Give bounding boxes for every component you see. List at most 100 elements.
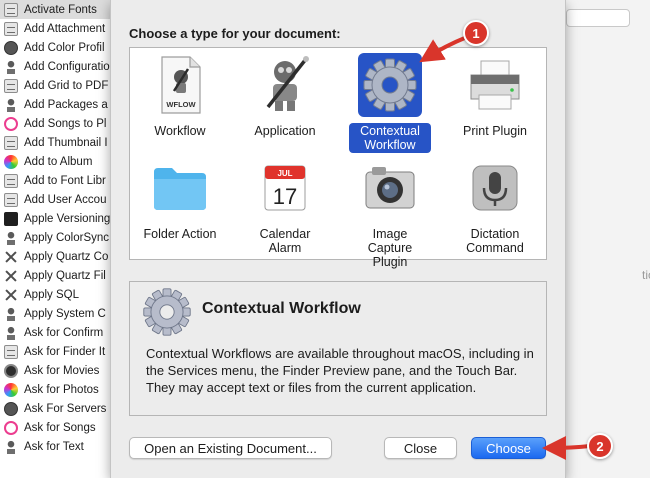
library-item[interactable]: Ask for Text xyxy=(0,437,112,456)
library-item[interactable]: Add to Album xyxy=(0,152,112,171)
camera-icon xyxy=(358,156,422,220)
open-existing-document-button[interactable]: Open an Existing Document... xyxy=(129,437,332,459)
library-item[interactable]: Apply SQL xyxy=(0,285,112,304)
automator-robot-icon xyxy=(253,53,317,117)
mail-icon xyxy=(4,21,18,36)
type-workflow[interactable]: WFLOW Workflow xyxy=(135,53,225,139)
type-application[interactable]: Application xyxy=(240,53,330,139)
robot-icon xyxy=(4,306,18,321)
library-item[interactable]: Add Packages a xyxy=(0,95,112,114)
editor-background xyxy=(566,0,650,478)
library-item-label: Apple Versioning xyxy=(24,212,111,225)
type-image-capture-plugin[interactable]: Image Capture Plugin xyxy=(345,156,435,270)
sheet-prompt: Choose a type for your document: xyxy=(129,26,341,41)
type-contextual-workflow[interactable]: Contextual Workflow xyxy=(345,53,435,153)
type-folder-action[interactable]: Folder Action xyxy=(135,156,225,242)
library-item-label: Ask for Text xyxy=(24,440,84,453)
library-item-label: Add Grid to PDF xyxy=(24,79,109,92)
library-item[interactable]: Apply Quartz Fil xyxy=(0,266,112,285)
robot-icon xyxy=(4,59,18,74)
library-item[interactable]: Activate Fonts xyxy=(0,0,112,19)
library-item[interactable]: Add Attachment xyxy=(0,19,112,38)
library-item-label: Add Color Profil xyxy=(24,41,105,54)
color-profile-icon xyxy=(4,40,18,55)
library-item[interactable]: Ask for Finder It xyxy=(0,342,112,361)
library-item-label: Add Packages a xyxy=(24,98,108,111)
library-item[interactable]: Add Color Profil xyxy=(0,38,112,57)
side-text: tio xyxy=(642,268,650,282)
type-image-capture-plugin-label: Image Capture Plugin xyxy=(367,227,413,269)
svg-text:JUL: JUL xyxy=(277,169,292,178)
document-icon xyxy=(4,78,18,93)
type-calendar-alarm-label: Calendar Alarm xyxy=(259,227,311,255)
globe-icon xyxy=(4,401,18,416)
document-icon xyxy=(4,192,18,207)
library-item[interactable]: Ask for Movies xyxy=(0,361,112,380)
folder-icon xyxy=(148,156,212,220)
library-item[interactable]: Apply System C xyxy=(0,304,112,323)
library-item-label: Apply SQL xyxy=(24,288,79,301)
library-item-label: Apply ColorSync xyxy=(24,231,110,244)
document-icon xyxy=(4,344,18,359)
library-item[interactable]: Ask For Servers xyxy=(0,399,112,418)
printer-icon xyxy=(463,53,527,117)
library-item-label: Ask for Movies xyxy=(24,364,100,377)
type-grid: WFLOW Workflow Application Contextual Wo… xyxy=(129,47,547,269)
annotation-badge-2: 2 xyxy=(587,433,613,459)
document-icon xyxy=(4,135,18,150)
type-calendar-alarm[interactable]: JUL 17 Calendar Alarm xyxy=(240,156,330,256)
library-item[interactable]: Add Configuratio xyxy=(0,57,112,76)
gear-icon xyxy=(142,287,192,340)
library-item[interactable]: Apply ColorSync xyxy=(0,228,112,247)
document-type-sheet: Choose a type for your document: WFLOW W… xyxy=(110,0,566,478)
calendar-icon: JUL 17 xyxy=(253,156,317,220)
microphone-icon xyxy=(463,156,527,220)
library-item-label: Ask For Servers xyxy=(24,402,107,415)
library-item[interactable]: Add to Font Libr xyxy=(0,171,112,190)
library-list: Activate Fonts Add Attachment Add Color Pr… xyxy=(0,0,112,478)
library-item[interactable]: Add Grid to PDF xyxy=(0,76,112,95)
movies-icon xyxy=(4,363,18,378)
library-item-label: Apply Quartz Co xyxy=(24,250,109,263)
tools-icon xyxy=(4,288,18,302)
robot-icon xyxy=(4,230,18,245)
tools-icon xyxy=(4,250,18,264)
workflow-file-icon: WFLOW xyxy=(148,53,212,117)
type-dictation-command[interactable]: Dictation Command xyxy=(450,156,540,256)
type-application-label: Application xyxy=(254,124,316,138)
photos-icon xyxy=(4,154,18,169)
robot-icon xyxy=(4,325,18,340)
library-item[interactable]: Add User Accou xyxy=(0,190,112,209)
type-dictation-command-label: Dictation Command xyxy=(466,227,524,255)
library-item-label: Ask for Photos xyxy=(24,383,99,396)
svg-text:WFLOW: WFLOW xyxy=(166,100,196,109)
robot-icon xyxy=(4,439,18,454)
library-item[interactable]: Ask for Confirm xyxy=(0,323,112,342)
library-item-label: Apply System C xyxy=(24,307,106,320)
library-item[interactable]: Apply Quartz Co xyxy=(0,247,112,266)
library-item-label: Activate Fonts xyxy=(24,3,97,16)
library-item[interactable]: Apple Versioning xyxy=(0,209,112,228)
robot-icon xyxy=(4,97,18,112)
library-item[interactable]: Ask for Photos xyxy=(0,380,112,399)
close-button[interactable]: Close xyxy=(384,437,457,459)
library-item[interactable]: Add Thumbnail I xyxy=(0,133,112,152)
library-item-label: Add User Accou xyxy=(24,193,107,206)
type-workflow-label: Workflow xyxy=(154,124,206,138)
library-item-label: Add to Font Libr xyxy=(24,174,106,187)
library-item-label: Add Thumbnail I xyxy=(24,136,108,149)
svg-text:17: 17 xyxy=(273,184,297,209)
choose-button[interactable]: Choose xyxy=(471,437,546,459)
type-print-plugin[interactable]: Print Plugin xyxy=(450,53,540,139)
description-title: Contextual Workflow xyxy=(202,300,361,317)
library-item-label: Add Configuratio xyxy=(24,60,110,73)
library-item[interactable]: Add Songs to Pl xyxy=(0,114,112,133)
library-item-label: Add Attachment xyxy=(24,22,106,35)
photos-icon xyxy=(4,382,18,397)
library-item-label: Ask for Finder It xyxy=(24,345,106,358)
library-item-label: Apply Quartz Fil xyxy=(24,269,106,282)
search-field[interactable] xyxy=(566,9,630,27)
document-icon xyxy=(4,2,18,17)
annotation-badge-1: 1 xyxy=(463,20,489,46)
library-item[interactable]: Ask for Songs xyxy=(0,418,112,437)
